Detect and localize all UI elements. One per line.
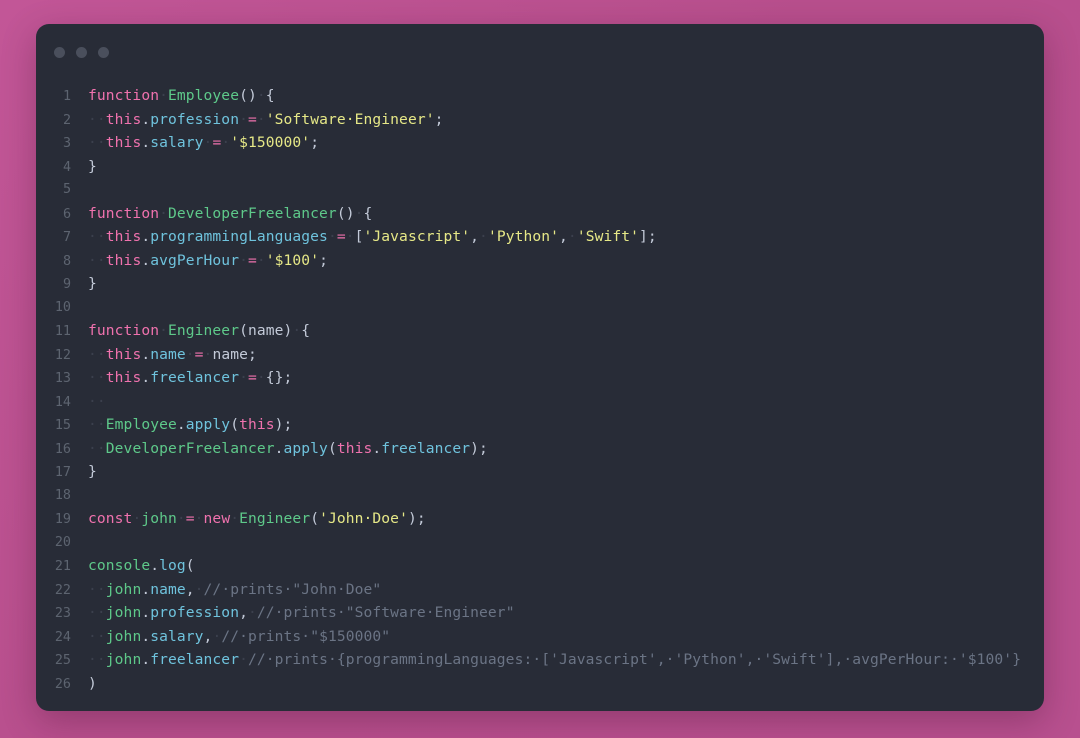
line-number: 21: [54, 559, 71, 574]
window-titlebar: [36, 24, 1044, 68]
code-line: 8 ··this.avgPerHour·=·'$100';: [36, 249, 1044, 273]
code-line: 20: [36, 531, 1044, 555]
code-line: 2 ··this.profession·=·'Software·Engineer…: [36, 108, 1044, 132]
line-code: ··this.freelancer·=·{};: [88, 369, 293, 386]
line-number: 26: [54, 676, 71, 692]
code-line: 13 ··this.freelancer·=·{};: [36, 366, 1044, 390]
code-line: 19 const·john·=·new·Engineer('John·Doe')…: [36, 507, 1044, 531]
line-code: ··this.avgPerHour·=·'$100';: [88, 251, 328, 269]
page-background: 1 function·Employee()·{ 2 ··this.profess…: [0, 0, 1080, 738]
line-code: console.log(: [88, 557, 195, 574]
line-number: 17: [54, 465, 71, 480]
line-code: ··this.programmingLanguages·=·['Javascri…: [88, 228, 657, 245]
code-line: 24 ··john.salary,·//·prints·"$150000": [36, 625, 1044, 649]
line-code: ··DeveloperFreelancer.apply(this.freelan…: [88, 439, 488, 457]
line-code: ··john.name,·//·prints·"John·Doe": [88, 580, 382, 598]
line-number: 5: [62, 182, 71, 197]
code-line: 25 ··john.freelancer·//·prints·{programm…: [36, 648, 1044, 672]
line-code: const·john·=·new·Engineer('John·Doe');: [88, 510, 426, 527]
code-line: 7 ··this.programmingLanguages·=·['Javasc…: [36, 225, 1044, 249]
line-code: ): [88, 674, 97, 692]
line-number: 20: [54, 534, 71, 550]
line-code: ··Employee.apply(this);: [88, 416, 293, 433]
code-line: 22 ··john.name,·//·prints·"John·Doe": [36, 578, 1044, 602]
line-number: 6: [62, 206, 71, 222]
code-content[interactable]: 1 function·Employee()·{ 2 ··this.profess…: [36, 68, 1044, 695]
line-code: ··john.freelancer·//·prints·{programming…: [88, 651, 1022, 668]
line-code: ··john.salary,·//·prints·"$150000": [88, 627, 391, 645]
code-line: 9 }: [36, 272, 1044, 296]
code-line: 17 }: [36, 460, 1044, 484]
code-line: 12 ··this.name·=·name;: [36, 343, 1044, 367]
line-number: 8: [62, 253, 71, 269]
line-number: 10: [54, 299, 71, 315]
line-number: 23: [54, 606, 71, 621]
code-line: 10: [36, 296, 1044, 320]
line-number: 22: [54, 582, 71, 598]
line-code: ··this.salary·=·'$150000';: [88, 134, 320, 151]
code-line: 5: [36, 178, 1044, 202]
code-line: 6 function·DeveloperFreelancer()·{: [36, 202, 1044, 226]
code-line: 15 ··Employee.apply(this);: [36, 413, 1044, 437]
line-number: 12: [54, 347, 71, 363]
line-code: }: [88, 275, 97, 292]
code-line: 16 ··DeveloperFreelancer.apply(this.free…: [36, 437, 1044, 461]
line-code: ··john.profession,·//·prints·"Software·E…: [88, 604, 515, 621]
line-number: 7: [62, 230, 71, 245]
line-number: 24: [54, 629, 71, 645]
line-number: 25: [54, 653, 71, 668]
code-editor-window: 1 function·Employee()·{ 2 ··this.profess…: [36, 24, 1044, 711]
code-line: 18: [36, 484, 1044, 508]
code-line: 26 ): [36, 672, 1044, 696]
close-dot-icon[interactable]: [54, 46, 65, 58]
code-line: 23 ··john.profession,·//·prints·"Softwar…: [36, 601, 1044, 625]
code-line: 4 }: [36, 155, 1044, 179]
code-line: 3 ··this.salary·=·'$150000';: [36, 131, 1044, 155]
line-number: 13: [54, 371, 71, 386]
line-code: ··this.name·=·name;: [88, 345, 257, 363]
line-number: 14: [54, 394, 71, 410]
minimize-dot-icon[interactable]: [76, 46, 87, 58]
maximize-dot-icon[interactable]: [98, 46, 109, 58]
line-code: function·Employee()·{: [88, 87, 275, 104]
line-code: }: [88, 463, 97, 480]
code-line: 11 function·Engineer(name)·{: [36, 319, 1044, 343]
line-number: 3: [62, 136, 71, 151]
line-code: ··this.profession·=·'Software·Engineer';: [88, 110, 444, 128]
code-line: 1 function·Employee()·{: [36, 84, 1044, 108]
line-number: 1: [62, 89, 71, 104]
line-number: 2: [62, 112, 71, 128]
line-number: 18: [54, 487, 71, 503]
line-code: function·Engineer(name)·{: [88, 322, 311, 339]
line-code: }: [88, 157, 97, 175]
line-number: 16: [54, 441, 71, 457]
code-line: 14 ··: [36, 390, 1044, 414]
code-line: 21 console.log(: [36, 554, 1044, 578]
line-number: 19: [54, 512, 71, 527]
line-number: 9: [62, 277, 71, 292]
line-number: 4: [62, 159, 71, 175]
line-number: 15: [54, 418, 71, 433]
line-code: ··: [88, 392, 106, 410]
line-number: 11: [54, 324, 71, 339]
line-code: function·DeveloperFreelancer()·{: [88, 204, 373, 222]
